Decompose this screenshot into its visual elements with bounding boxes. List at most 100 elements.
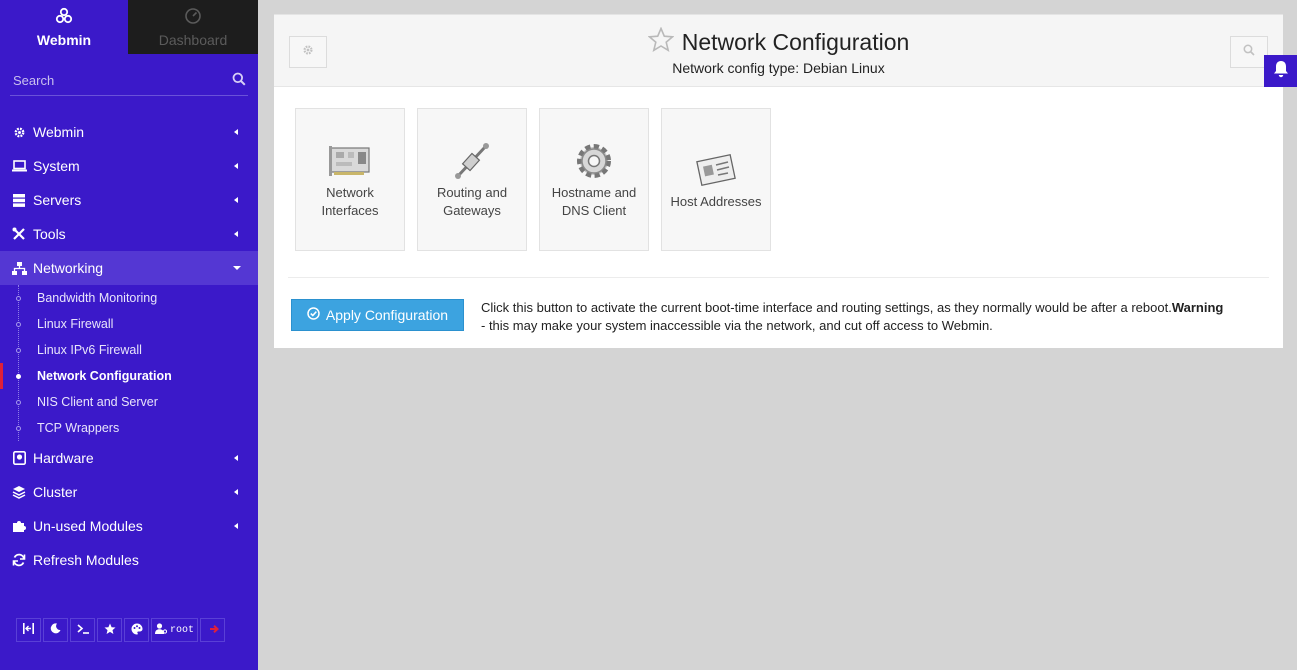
page-subtitle: Network config type: Debian Linux [672, 60, 885, 76]
dashboard-switch-label: Dashboard [158, 31, 228, 48]
moon-icon [50, 623, 61, 637]
favorites-button[interactable] [97, 618, 122, 642]
cog-icon [573, 140, 615, 182]
sidebar-subitem-tcp-wrappers[interactable]: TCP Wrappers [0, 415, 258, 441]
bullet-icon [16, 322, 21, 327]
chevron-left-icon [234, 197, 238, 203]
id-card-icon [695, 149, 737, 191]
apply-button-label: Apply Configuration [325, 307, 449, 323]
sidebar-bottom-toolbar: root [16, 618, 226, 642]
bell-icon [1273, 60, 1289, 83]
palette-icon [131, 623, 143, 638]
sidebar-subitem-nis-client-and-server[interactable]: NIS Client and Server [0, 389, 258, 415]
sidebar-subitem-label: Bandwidth Monitoring [37, 291, 158, 305]
warning-text: - this may make your system inaccessible… [481, 318, 993, 333]
webmin-switch-label: Webmin [36, 31, 92, 48]
sidebar-subitem-bandwidth-monitoring[interactable]: Bandwidth Monitoring [0, 285, 258, 311]
tools-icon [11, 226, 27, 242]
sidebar-item-label: Networking [33, 260, 104, 276]
sidebar-subitem-label: Network Configuration [37, 369, 172, 383]
hdd-icon [11, 450, 27, 466]
sidebar-item-hardware[interactable]: Hardware [0, 441, 258, 475]
webmin-switch-button[interactable]: Webmin [0, 0, 128, 54]
sidebar-item-system[interactable]: System [0, 149, 258, 183]
network-icon [11, 260, 27, 276]
night-mode-button[interactable] [43, 618, 68, 642]
user-button[interactable]: root [151, 618, 199, 642]
network-interfaces-tile[interactable]: Network Interfaces [295, 108, 405, 251]
sidebar-item-tools[interactable]: Tools [0, 217, 258, 251]
favorite-star-icon[interactable] [647, 26, 675, 57]
sidebar-menu: Webmin System Servers Tools Networking B… [0, 115, 258, 577]
sidebar-subitem-label: Linux IPv6 Firewall [37, 343, 142, 357]
collapse-icon [23, 623, 34, 637]
sidebar: Webmin Dashboard Webmin System Servers [0, 0, 258, 670]
module-icon-grid: Network Interfaces Routing and Gateways … [274, 87, 1283, 251]
apply-description: Click this button to activate the curren… [481, 299, 1231, 335]
sidebar-item-label: Servers [33, 192, 82, 208]
user-label: root [170, 624, 195, 636]
page-title: Network Configuration [681, 28, 910, 55]
chevron-left-icon [234, 231, 238, 237]
sidebar-item-label: System [33, 158, 80, 174]
bullet-icon [16, 374, 21, 379]
user-cog-icon [155, 622, 168, 638]
dashboard-switch-button[interactable]: Dashboard [128, 0, 258, 54]
module-label: Host Addresses [670, 193, 762, 209]
host-addresses-tile[interactable]: Host Addresses [661, 108, 771, 251]
sidebar-item-webmin[interactable]: Webmin [0, 115, 258, 149]
search-docs-button[interactable] [1230, 36, 1268, 68]
laptop-icon [11, 158, 27, 174]
module-label: Hostname and DNS Client [551, 184, 637, 218]
theme-button[interactable] [124, 618, 149, 642]
bullet-icon [16, 426, 21, 431]
sidebar-item-label: Refresh Modules [33, 552, 139, 568]
sidebar-subitem-linux-ipv6-firewall[interactable]: Linux IPv6 Firewall [0, 337, 258, 363]
content-panel: Network Configuration Network config typ… [274, 14, 1283, 348]
chevron-left-icon [234, 489, 238, 495]
module-label: Network Interfaces [321, 184, 379, 218]
sidebar-item-servers[interactable]: Servers [0, 183, 258, 217]
hostname-and-dns-client-tile[interactable]: Hostname and DNS Client [539, 108, 649, 251]
sidebar-item-label: Cluster [33, 484, 78, 500]
server-icon [11, 192, 27, 208]
chevron-left-icon [234, 455, 238, 461]
terminal-icon [76, 623, 89, 637]
dashboard-icon [184, 7, 202, 30]
logout-button[interactable] [200, 618, 226, 642]
notifications-button[interactable] [1264, 55, 1297, 87]
chevron-down-icon [233, 266, 241, 270]
sidebar-item-label: Webmin [33, 124, 85, 140]
search-icon [1243, 43, 1255, 61]
search-icon[interactable] [232, 72, 246, 91]
chevron-left-icon [234, 129, 238, 135]
sidebar-subitem-linux-firewall[interactable]: Linux Firewall [0, 311, 258, 337]
sidebar-subitem-label: NIS Client and Server [37, 395, 158, 409]
sidebar-subitem-label: Linux Firewall [37, 317, 114, 331]
apply-configuration-button[interactable]: Apply Configuration [291, 299, 464, 331]
sidebar-item-label: Tools [33, 226, 66, 242]
bullet-icon [16, 296, 21, 301]
search-input[interactable] [10, 66, 248, 94]
refresh-icon [11, 552, 27, 568]
sidebar-item-cluster[interactable]: Cluster [0, 475, 258, 509]
routing-and-gateways-tile[interactable]: Routing and Gateways [417, 108, 527, 251]
sidebar-item-label: Un-used Modules [33, 518, 143, 534]
networking-submenu: Bandwidth Monitoring Linux Firewall Linu… [0, 285, 258, 441]
panel-header: Network Configuration Network config typ… [274, 15, 1283, 87]
warning-label: Warning [1171, 300, 1224, 315]
logout-icon [207, 624, 219, 637]
apply-section: Apply Configuration Click this button to… [274, 278, 1283, 335]
star-icon [104, 623, 116, 638]
sidebar-item-unused-modules[interactable]: Un-used Modules [0, 509, 258, 543]
sidebar-item-label: Hardware [33, 450, 94, 466]
toggle-sidebar-button[interactable] [16, 618, 41, 642]
sidebar-subitem-label: TCP Wrappers [37, 421, 120, 435]
gear-icon [11, 124, 27, 140]
sidebar-subitem-network-configuration[interactable]: Network Configuration [0, 363, 258, 389]
check-circle-icon [307, 307, 320, 323]
sidebar-item-networking[interactable]: Networking [0, 251, 258, 285]
sidebar-item-refresh-modules[interactable]: Refresh Modules [0, 543, 258, 577]
terminal-button[interactable] [70, 618, 95, 642]
title-area: Network Configuration Network config typ… [274, 26, 1283, 76]
